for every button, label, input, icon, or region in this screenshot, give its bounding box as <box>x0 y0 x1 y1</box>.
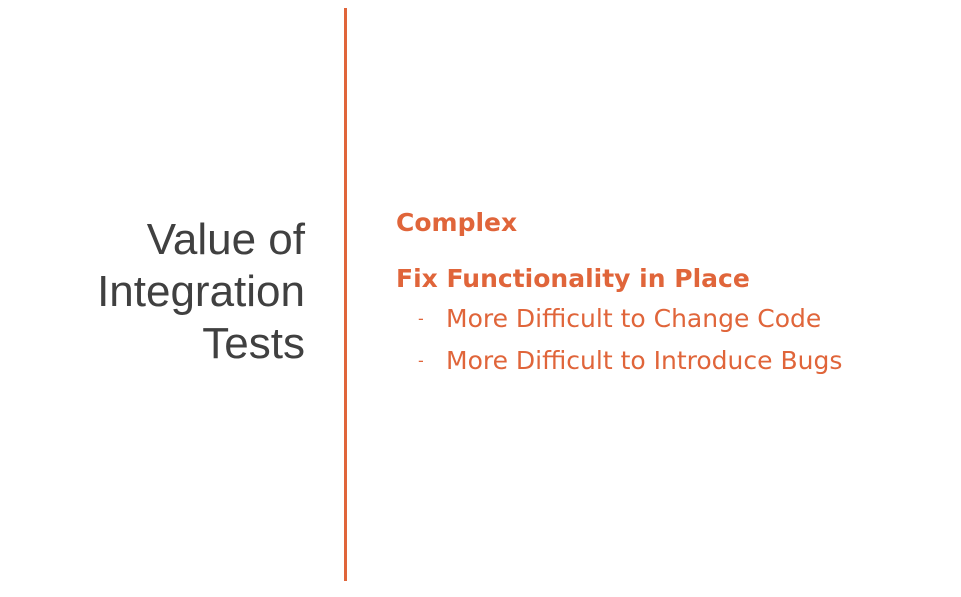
bullet-item: - More Difficult to Change Code <box>396 298 842 340</box>
slide-title-line-1: Value of <box>146 215 305 264</box>
slide-content: Complex Fix Functionality in Place - Mor… <box>396 204 842 382</box>
heading-fix-functionality: Fix Functionality in Place <box>396 264 750 293</box>
bullet-text: More Difficult to Change Code <box>446 304 822 333</box>
slide-title-line-3: Tests <box>202 319 305 368</box>
bullet-list: - More Difficult to Change Code - More D… <box>396 298 842 382</box>
slide-title-line-2: Integration <box>97 267 305 316</box>
slide-title: Value of Integration Tests <box>97 214 305 370</box>
bullet-text: More Difficult to Introduce Bugs <box>446 346 843 375</box>
bullet-dash: - <box>418 309 424 328</box>
vertical-divider <box>344 8 347 581</box>
heading-complex: Complex <box>396 208 518 237</box>
bullet-item: - More Difficult to Introduce Bugs <box>396 340 842 382</box>
bullet-dash: - <box>418 351 424 370</box>
